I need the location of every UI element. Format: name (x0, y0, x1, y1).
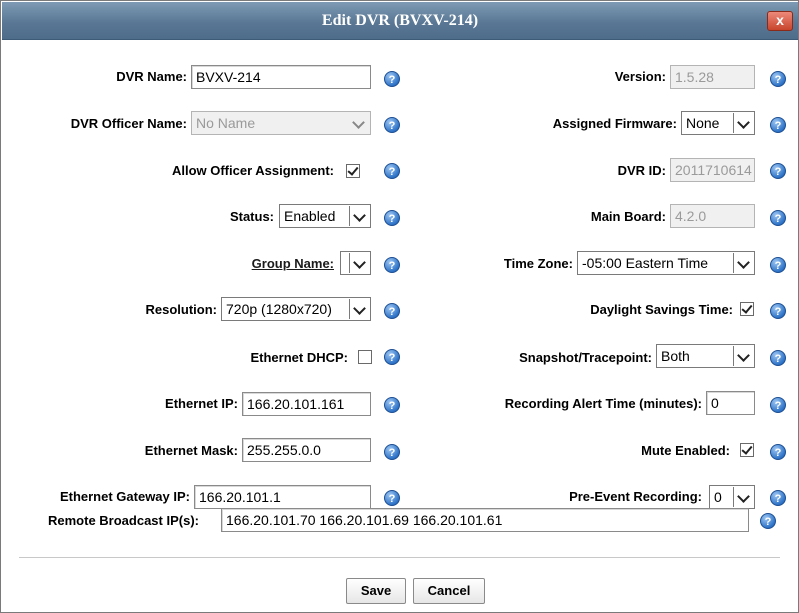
dvr-officer-name-select[interactable]: No Name (191, 111, 371, 135)
ethernet-ip-help-icon[interactable] (384, 397, 400, 413)
cancel-button[interactable]: Cancel (413, 578, 485, 604)
snapshot-tracepoint-value: Both (661, 348, 690, 364)
dvr-name-help-icon[interactable] (384, 71, 400, 87)
ethernet-gateway-label: Ethernet Gateway IP: (59, 489, 190, 504)
close-icon[interactable]: x (767, 11, 793, 31)
snapshot-tracepoint-select[interactable]: Both (656, 344, 755, 368)
group-name-link[interactable]: Group Name: (252, 256, 334, 271)
ethernet-dhcp-label: Ethernet DHCP: (250, 350, 348, 365)
daylight-savings-label: Daylight Savings Time: (590, 302, 733, 317)
recording-alert-time-input[interactable]: 0 (706, 391, 755, 415)
resolution-value: 720p (1280x720) (226, 301, 332, 317)
dvr-id-label: DVR ID: (617, 163, 666, 178)
ethernet-mask-label: Ethernet Mask: (144, 443, 238, 458)
mute-enabled-label: Mute Enabled: (641, 443, 730, 458)
allow-officer-assignment-label: Allow Officer Assignment: (171, 163, 334, 178)
pre-event-recording-value: 0 (714, 489, 722, 505)
snapshot-tracepoint-label: Snapshot/Tracepoint: (519, 350, 652, 365)
allow-officer-assignment-checkbox[interactable] (346, 164, 360, 178)
dialog-title: Edit DVR (BVXV-214) (321, 12, 479, 29)
daylight-savings-checkbox[interactable] (740, 302, 754, 316)
ethernet-gateway-help-icon[interactable] (384, 490, 400, 506)
time-zone-help-icon[interactable] (770, 257, 786, 273)
dvr-id-input: 2011710614 (670, 158, 755, 182)
time-zone-value: -05:00 Eastern Time (582, 255, 709, 271)
recording-alert-time-help-icon[interactable] (770, 397, 786, 413)
dvr-officer-name-value: No Name (196, 115, 256, 131)
time-zone-label: Time Zone: (503, 256, 573, 271)
dvr-officer-name-help-icon[interactable] (384, 117, 400, 133)
chevron-down-icon (349, 253, 369, 273)
mute-enabled-checkbox[interactable] (740, 443, 754, 457)
group-name-help-icon[interactable] (384, 257, 400, 273)
chevron-down-icon (733, 113, 753, 133)
mute-enabled-help-icon[interactable] (770, 444, 786, 460)
dialog-titlebar: Edit DVR (BVXV-214) x (2, 2, 798, 40)
main-board-help-icon[interactable] (770, 210, 786, 226)
status-help-icon[interactable] (384, 210, 400, 226)
version-input: 1.5.28 (670, 65, 755, 89)
assigned-firmware-value: None (686, 115, 720, 131)
remote-broadcast-label: Remote Broadcast IP(s): (48, 513, 199, 528)
chevron-down-icon (349, 206, 369, 226)
assigned-firmware-select[interactable]: None (681, 111, 755, 135)
ethernet-ip-input[interactable]: 166.20.101.161 (242, 392, 371, 416)
dvr-name-input[interactable]: BVXV-214 (191, 65, 371, 89)
status-value: Enabled (284, 208, 336, 224)
footer-divider (19, 557, 780, 558)
dvr-id-help-icon[interactable] (770, 163, 786, 179)
ethernet-mask-help-icon[interactable] (384, 444, 400, 460)
resolution-label: Resolution: (145, 302, 218, 317)
dvr-officer-name-label: DVR Officer Name: (70, 116, 187, 131)
recording-alert-time-label: Recording Alert Time (minutes): (504, 396, 702, 411)
snapshot-tracepoint-help-icon[interactable] (770, 350, 786, 366)
resolution-help-icon[interactable] (384, 303, 400, 319)
pre-event-recording-select[interactable]: 0 (709, 485, 755, 509)
dvr-name-label: DVR Name: (116, 69, 187, 84)
version-help-icon[interactable] (770, 71, 786, 87)
ethernet-mask-input[interactable]: 255.255.0.0 (242, 438, 371, 462)
ethernet-gateway-input[interactable]: 166.20.101.1 (194, 485, 371, 509)
pre-event-recording-help-icon[interactable] (770, 490, 786, 506)
chevron-down-icon (349, 113, 369, 133)
chevron-down-icon (349, 299, 369, 319)
main-board-input: 4.2.0 (670, 204, 755, 228)
remote-broadcast-input[interactable]: 166.20.101.70 166.20.101.69 166.20.101.6… (221, 508, 749, 532)
status-label: Status: (229, 209, 274, 224)
assigned-firmware-label: Assigned Firmware: (552, 116, 677, 131)
main-board-label: Main Board: (590, 209, 666, 224)
time-zone-select[interactable]: -05:00 Eastern Time (577, 251, 755, 275)
save-button[interactable]: Save (346, 578, 406, 604)
version-label: Version: (614, 69, 666, 84)
pre-event-recording-label: Pre-Event Recording: (569, 489, 702, 504)
ethernet-dhcp-help-icon[interactable] (384, 349, 400, 365)
chevron-down-icon (733, 346, 753, 366)
chevron-down-icon (733, 253, 753, 273)
chevron-down-icon (733, 487, 753, 507)
resolution-select[interactable]: 720p (1280x720) (221, 297, 371, 321)
edit-dvr-dialog: Edit DVR (BVXV-214) x DVR Name: BVXV-214… (0, 0, 799, 613)
assigned-firmware-help-icon[interactable] (770, 117, 786, 133)
allow-officer-assignment-help-icon[interactable] (384, 163, 400, 179)
ethernet-ip-label: Ethernet IP: (165, 396, 238, 411)
remote-broadcast-help-icon[interactable] (760, 513, 776, 529)
status-select[interactable]: Enabled (279, 204, 371, 228)
group-name-select[interactable] (340, 251, 371, 275)
daylight-savings-help-icon[interactable] (770, 303, 786, 319)
ethernet-dhcp-checkbox[interactable] (358, 350, 372, 364)
